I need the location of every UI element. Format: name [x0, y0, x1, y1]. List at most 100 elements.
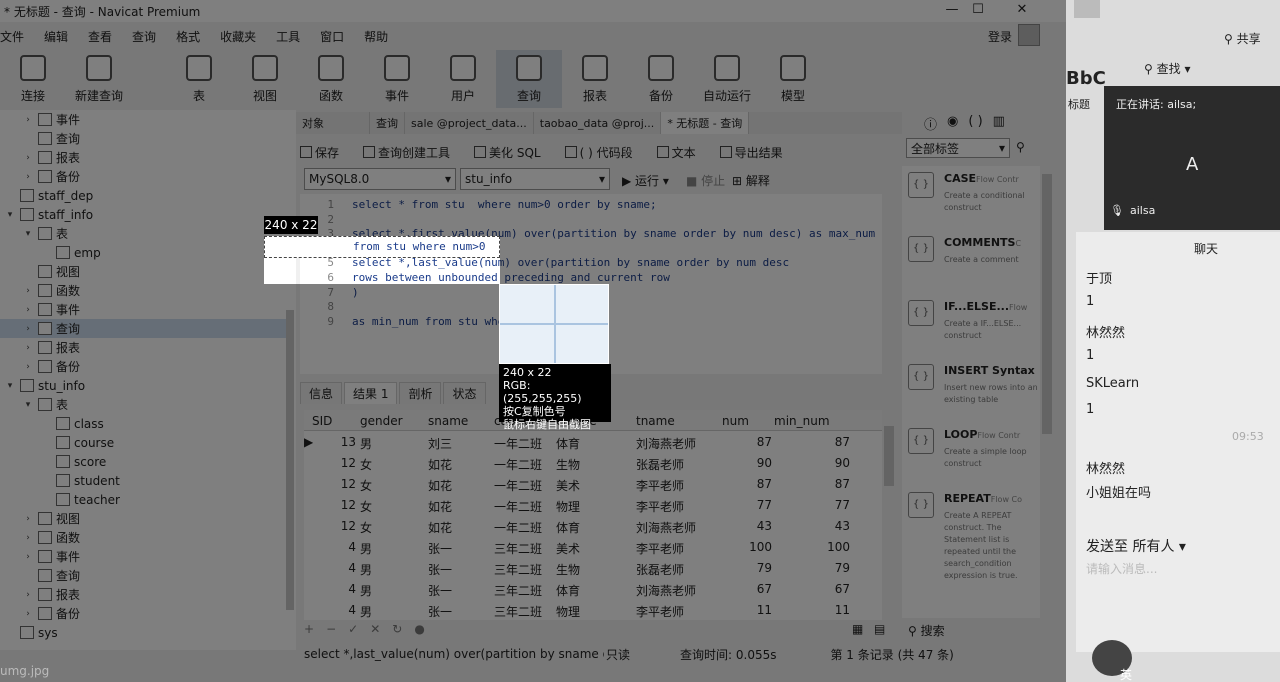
result-tab-2[interactable]: 剖析 — [399, 382, 442, 404]
table-row[interactable]: 4 男 张一 三年二班 美术 李平老师 100 100 — [304, 537, 882, 558]
menu-item-5[interactable]: 收藏夹 — [220, 28, 256, 45]
tree-item[interactable]: staff_dep — [4, 186, 93, 205]
expand-icon[interactable]: › — [22, 172, 34, 182]
close-button[interactable]: ✕ — [1000, 0, 1044, 22]
tree-item[interactable]: › 视图 — [22, 509, 80, 528]
toolbar-button-0[interactable]: 连接 — [0, 50, 66, 108]
tree-item[interactable]: › 函数 — [22, 281, 80, 300]
explain-button[interactable]: ⊞ 解释 — [732, 172, 770, 189]
find-button[interactable]: ⚲ 查找 ▾ — [1144, 60, 1190, 77]
snippet-item[interactable]: { } COMMENTSC Create a comment — [908, 236, 1040, 296]
chat-input[interactable]: 请输入消息... — [1086, 560, 1157, 577]
expand-icon[interactable]: › — [22, 305, 34, 315]
toolbar-button-9[interactable]: 备份 — [628, 50, 694, 108]
result-tab-3[interactable]: 状态 — [443, 382, 486, 404]
tree-item[interactable]: sys — [4, 623, 58, 642]
tree-item[interactable]: › 报表 — [22, 585, 80, 604]
run-button[interactable]: ▶ 运行 ▾ — [622, 172, 669, 189]
editor-tool-1[interactable]: 查询创建工具 — [363, 144, 462, 161]
snippet-filter-select[interactable]: 全部标签 ▾ — [906, 138, 1010, 158]
tree-scrollbar[interactable] — [286, 310, 294, 610]
toolbar-button-7[interactable]: 查询 — [496, 50, 562, 108]
add-row-icon[interactable]: + — [304, 622, 314, 640]
column-header-tname[interactable]: tname — [636, 414, 720, 428]
menu-item-1[interactable]: 编辑 — [44, 28, 68, 45]
layout-icon[interactable]: ▥ — [993, 114, 1005, 133]
tree-item[interactable]: › 函数 — [22, 528, 80, 547]
tree-item[interactable]: › 事件 — [22, 547, 80, 566]
toolbar-button-4[interactable]: 函数 — [298, 50, 364, 108]
expand-icon[interactable]: › — [22, 362, 34, 372]
tree-item[interactable]: › 备份 — [22, 167, 80, 186]
tab-1[interactable]: 查询 — [370, 112, 405, 134]
tree-item[interactable]: › 事件 — [22, 110, 80, 129]
tree-item[interactable]: class — [40, 414, 104, 433]
grid-scrollbar[interactable] — [884, 426, 894, 486]
tree-item[interactable]: score — [40, 452, 106, 471]
tree-item[interactable]: › 报表 — [22, 338, 80, 357]
apply-icon[interactable]: ✓ — [348, 622, 358, 640]
menu-item-4[interactable]: 格式 — [176, 28, 200, 45]
toolbar-button-10[interactable]: 自动运行 — [694, 50, 760, 108]
tree-item[interactable]: › 备份 — [22, 357, 80, 376]
maximize-button[interactable]: ☐ — [956, 0, 1000, 22]
expand-icon[interactable]: › — [22, 286, 34, 296]
table-row[interactable]: ▶ 13 男刘三 一年二班 体育 刘海燕老师 87 87 — [304, 432, 882, 453]
expand-icon[interactable]: ▾ — [22, 229, 34, 239]
snippet-scrollbar[interactable] — [1042, 174, 1052, 434]
expand-icon[interactable]: › — [22, 514, 34, 524]
filter-icon[interactable]: ⚲ — [1016, 140, 1025, 154]
toolbar-button-1[interactable]: 新建查询 — [66, 50, 132, 108]
delete-row-icon[interactable]: − — [326, 622, 336, 640]
database-select[interactable]: stu_info ▾ — [460, 168, 610, 190]
expand-icon[interactable]: › — [22, 533, 34, 543]
snippet-item[interactable]: { } CASEFlow Contr Create a conditional co… — [908, 172, 1040, 232]
result-tab-0[interactable]: 信息 — [300, 382, 343, 404]
tab-4[interactable]: * 无标题 - 查询 — [661, 112, 750, 134]
menu-item-7[interactable]: 窗口 — [320, 28, 344, 45]
tree-item[interactable]: teacher — [40, 490, 120, 509]
snippet-item[interactable]: { } IF...ELSE...Flow Create a IF...ELSE...… — [908, 300, 1040, 360]
expand-icon[interactable]: › — [22, 115, 34, 125]
toolbar-button-11[interactable]: 模型 — [760, 50, 826, 108]
share-button[interactable]: ⚲ 共享 — [1224, 30, 1261, 47]
column-header-gender[interactable]: gender — [360, 414, 420, 428]
table-row[interactable]: 12 女 如花 一年二班 生物 张磊老师 90 90 — [304, 453, 882, 474]
result-tab-1[interactable]: 结果 1 — [344, 382, 398, 404]
editor-tool-4[interactable]: 文本 — [656, 144, 708, 161]
login-link[interactable]: 登录 — [988, 28, 1012, 45]
expand-icon[interactable]: › — [22, 343, 34, 353]
toolbar-button-5[interactable]: 事件 — [364, 50, 430, 108]
form-view-icon[interactable]: ▤ — [874, 622, 885, 636]
avatar[interactable] — [1018, 24, 1040, 46]
expand-icon[interactable]: › — [22, 324, 34, 334]
tree-item[interactable]: 查询 — [22, 566, 80, 585]
editor-tool-3[interactable]: ( ) 代码段 — [564, 144, 645, 161]
expand-icon[interactable]: › — [22, 609, 34, 619]
expand-icon[interactable]: › — [22, 552, 34, 562]
expand-icon[interactable]: › — [22, 590, 34, 600]
tree-item[interactable]: student — [40, 471, 120, 490]
tree-item[interactable]: 查询 — [22, 129, 80, 148]
tab-0[interactable]: 对象 — [296, 112, 370, 134]
toolbar-button-8[interactable]: 报表 — [562, 50, 628, 108]
table-row[interactable]: 12 女 如花 一年二班 体育 刘海燕老师 43 43 — [304, 516, 882, 537]
editor-tool-5[interactable]: 导出结果 — [719, 144, 795, 161]
column-header-num[interactable]: num — [722, 414, 768, 428]
column-header-min_num[interactable]: min_num — [774, 414, 854, 428]
snippet-icon[interactable]: ( ) — [968, 114, 982, 133]
column-header-sname[interactable]: sname — [428, 414, 488, 428]
toolbar-button-2[interactable]: 表 — [166, 50, 232, 108]
discard-icon[interactable]: ✕ — [370, 622, 380, 640]
connection-select[interactable]: MySQL8.0 ▾ — [304, 168, 456, 190]
column-header-SID[interactable]: SID — [312, 414, 352, 428]
send-to-select[interactable]: 发送至 所有人 ▾ — [1086, 536, 1186, 556]
tree-item[interactable]: ▾ stu_info — [4, 376, 85, 395]
table-row[interactable]: 12 女 如花 一年二班 物理 李平老师 77 77 — [304, 495, 882, 516]
table-row[interactable]: 4 男 张一 三年二班 生物 张磊老师 79 79 — [304, 558, 882, 579]
toolbar-button-6[interactable]: 用户 — [430, 50, 496, 108]
menu-item-3[interactable]: 查询 — [132, 28, 156, 45]
table-row[interactable]: 12 女 如花 一年二班 美术 李平老师 87 87 — [304, 474, 882, 495]
grid-view-icon[interactable]: ▦ — [852, 622, 863, 636]
expand-icon[interactable]: ▾ — [4, 381, 16, 391]
